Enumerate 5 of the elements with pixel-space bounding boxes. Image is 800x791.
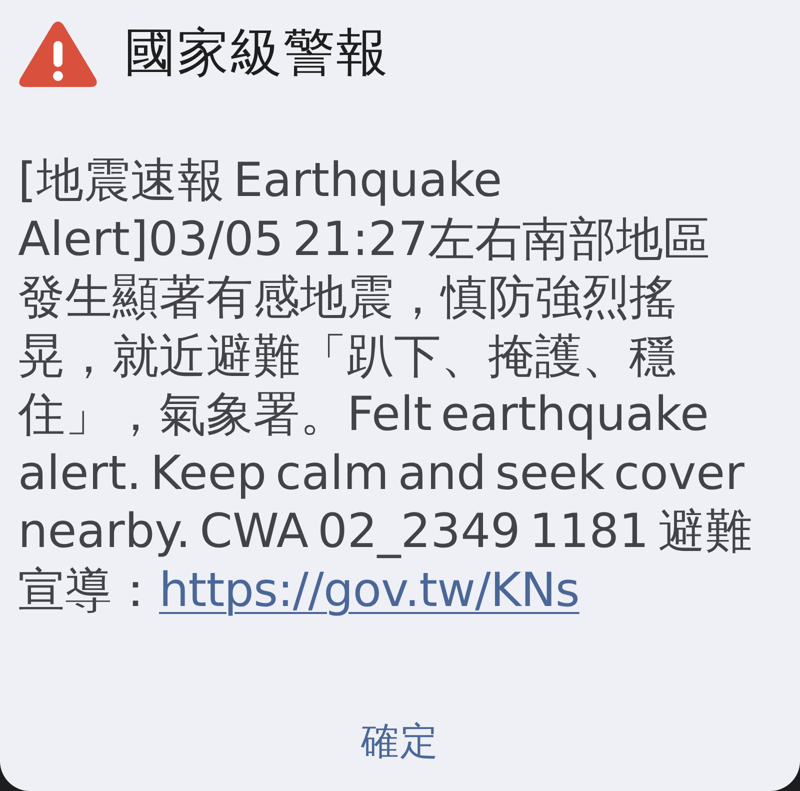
confirm-button[interactable]: 確定 — [341, 713, 459, 771]
alert-title: 國家級警報 — [124, 25, 389, 83]
alert-message: [地震速報 Earthquake Alert]03/05 21:27左右南部地區發生顯著有感地震，慎防強烈搖晃，就近避難「趴下、掩護、穩住」，氣象署。Felt earthquake alert. Keep calm and seek cover nearby. CWA 02_2349 1181 避難宣導：https://gov.tw/KNs — [18, 152, 753, 620]
warning-icon — [18, 20, 98, 88]
info-link[interactable]: https://gov.tw/KNs — [159, 562, 580, 618]
